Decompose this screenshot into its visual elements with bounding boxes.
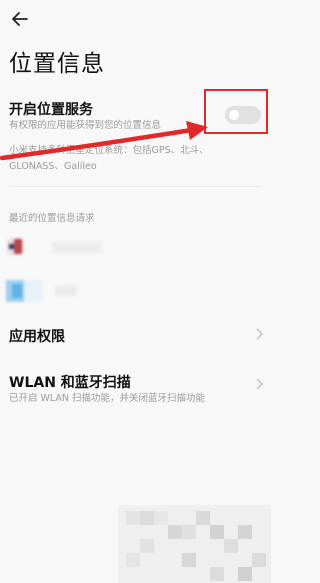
pixelated-watermark-area <box>118 505 271 583</box>
back-arrow-icon[interactable] <box>10 9 30 29</box>
chevron-right-icon[interactable] <box>254 327 264 341</box>
recent-app-icon[interactable] <box>7 238 24 255</box>
app-permissions-title[interactable]: 应用权限 <box>9 326 65 346</box>
annotation-arrow-icon <box>0 121 208 161</box>
page-title: 位置信息 <box>9 51 105 77</box>
recent-requests-title: 最近的位置信息请求 <box>9 213 95 224</box>
wlan-bluetooth-scan-title[interactable]: WLAN 和蓝牙扫描 <box>9 372 131 392</box>
section-divider <box>9 186 262 187</box>
recent-app-icon[interactable] <box>6 280 42 302</box>
chevron-right-icon[interactable] <box>254 377 264 391</box>
wlan-bluetooth-scan-subtitle: 已开启 WLAN 扫描功能，并关闭蓝牙扫描功能 <box>9 393 206 404</box>
recent-app-name-obscured[interactable] <box>52 242 102 253</box>
recent-app-name-obscured[interactable] <box>55 285 77 296</box>
